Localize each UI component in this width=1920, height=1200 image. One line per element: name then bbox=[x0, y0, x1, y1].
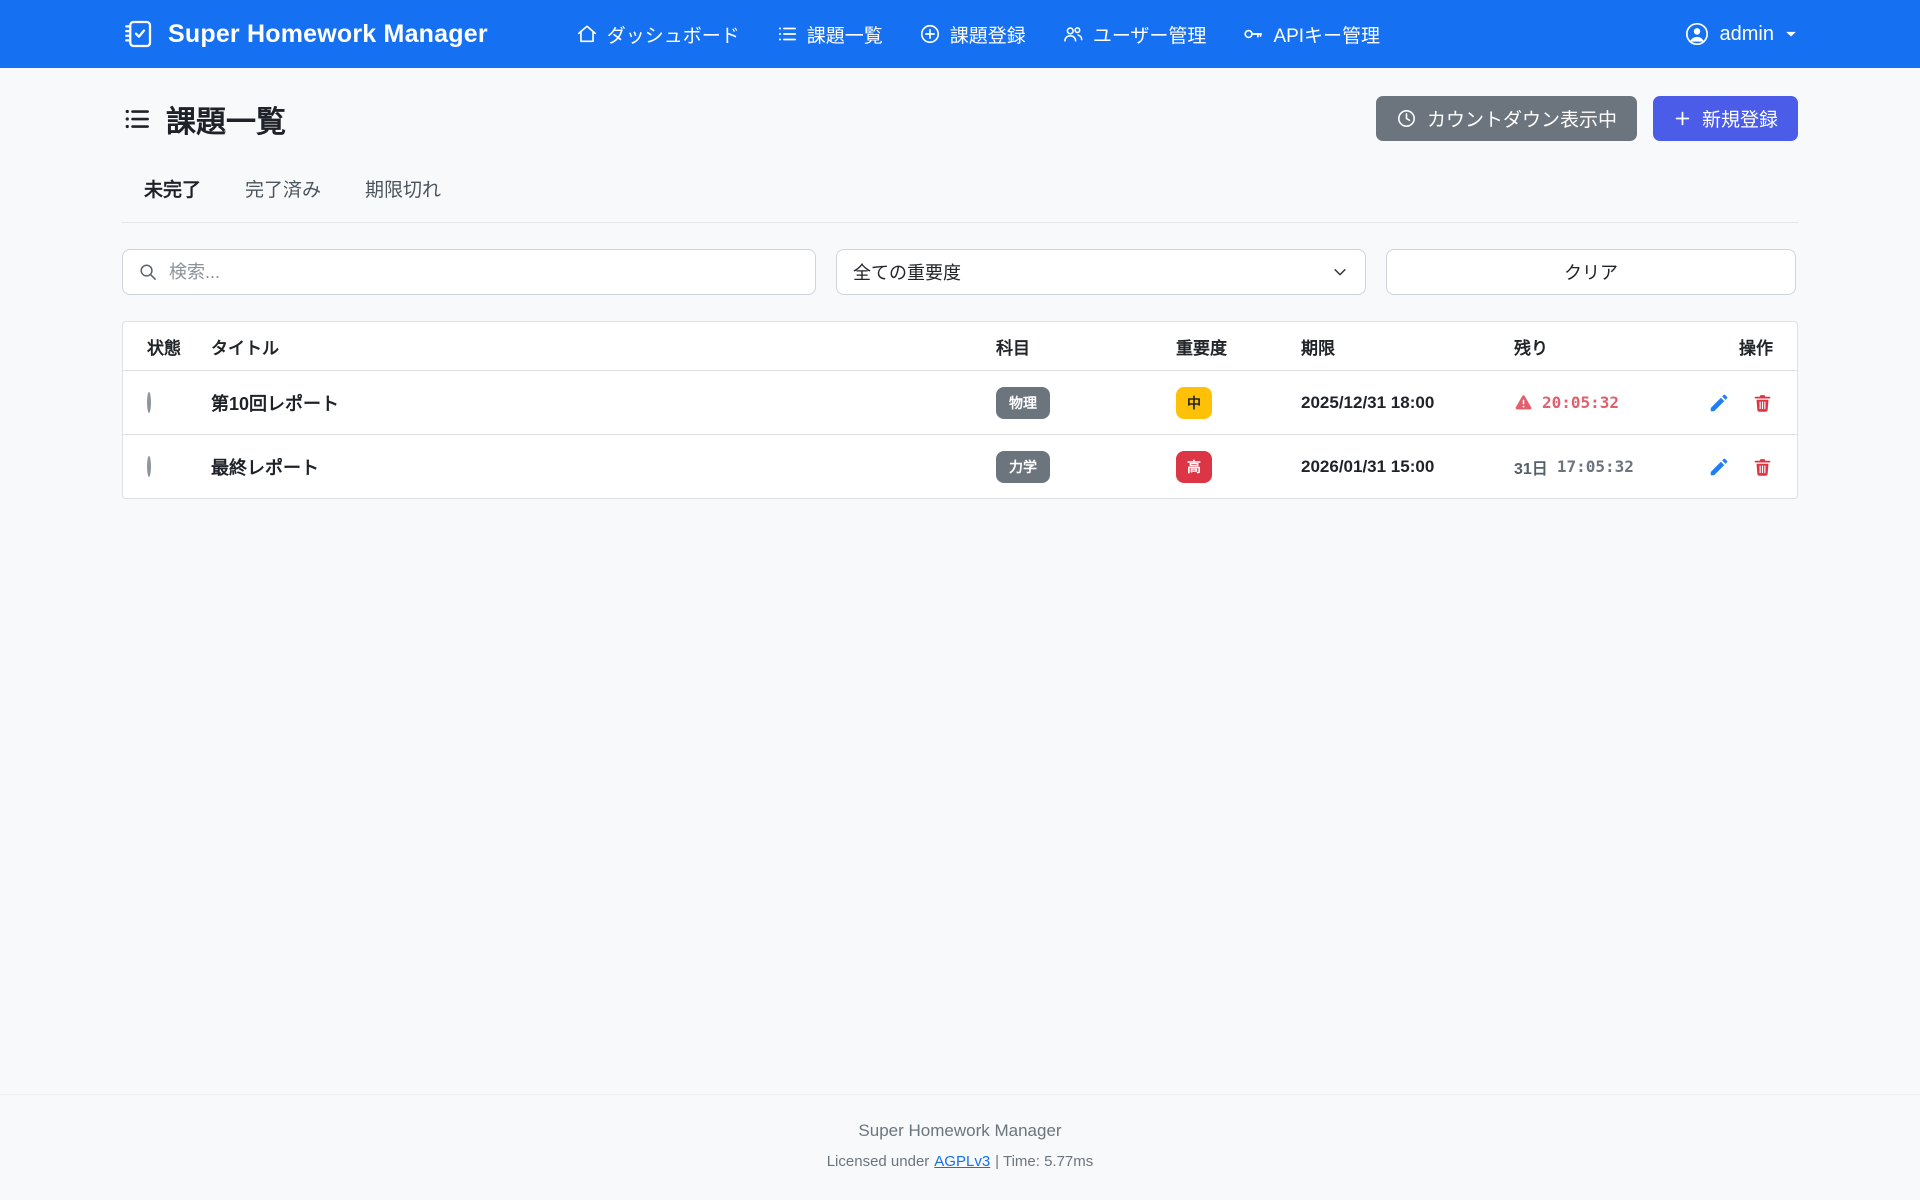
pencil-icon bbox=[1708, 392, 1730, 414]
journal-check-icon bbox=[122, 18, 154, 50]
nav-label: 課題一覧 bbox=[807, 21, 883, 48]
tab-incomplete[interactable]: 未完了 bbox=[144, 175, 201, 202]
remaining-countdown: 31日 17:05:32 bbox=[1514, 455, 1664, 479]
plus-icon bbox=[1673, 109, 1692, 128]
nav-task-list[interactable]: 課題一覧 bbox=[776, 21, 883, 48]
trash-icon bbox=[1752, 456, 1773, 478]
page-footer: Super Homework Manager Licensed under AG… bbox=[0, 1094, 1920, 1200]
page-header: 課題一覧 カウントダウン表示中 新規登録 bbox=[122, 96, 1798, 141]
plus-circle-icon bbox=[919, 23, 941, 45]
search-box bbox=[122, 249, 816, 295]
filter-row: 全ての重要度 クリア bbox=[122, 249, 1798, 295]
footer-license-line: Licensed under AGPLv3 | Time: 5.77ms bbox=[0, 1153, 1920, 1170]
users-icon bbox=[1062, 23, 1084, 45]
priority-badge: 高 bbox=[1176, 451, 1212, 483]
delete-button[interactable] bbox=[1752, 456, 1773, 478]
header-actions: カウントダウン表示中 新規登録 bbox=[1376, 96, 1798, 141]
main-nav: ダッシュボード 課題一覧 課題登録 bbox=[576, 21, 1380, 48]
header-deadline: 期限 bbox=[1301, 334, 1514, 359]
chevron-down-icon bbox=[1331, 263, 1349, 281]
subject-badge: 力学 bbox=[996, 451, 1050, 483]
new-task-label: 新規登録 bbox=[1702, 105, 1778, 132]
delete-button[interactable] bbox=[1752, 392, 1773, 414]
table-row: 第10回レポート 物理 中 2025/12/31 18:00 20:05:32 bbox=[123, 370, 1797, 434]
header-title: タイトル bbox=[211, 334, 996, 359]
remaining-countdown: 20:05:32 bbox=[1514, 393, 1664, 412]
table-header-row: 状態 タイトル 科目 重要度 期限 残り 操作 bbox=[123, 322, 1797, 370]
brand[interactable]: Super Homework Manager bbox=[122, 18, 488, 50]
header-actions: 操作 bbox=[1664, 334, 1773, 359]
caret-down-icon bbox=[1784, 27, 1798, 41]
search-input[interactable] bbox=[169, 262, 800, 283]
footer-app-name: Super Homework Manager bbox=[0, 1121, 1920, 1141]
tab-completed[interactable]: 完了済み bbox=[245, 175, 321, 202]
header-remaining: 残り bbox=[1514, 334, 1664, 359]
table-row: 最終レポート 力学 高 2026/01/31 15:00 31日 17:05:3… bbox=[123, 434, 1797, 498]
remaining-time: 20:05:32 bbox=[1542, 393, 1619, 412]
user-name: admin bbox=[1720, 23, 1774, 46]
task-table: 状態 タイトル 科目 重要度 期限 残り 操作 第10回レポート 物理 中 20… bbox=[122, 321, 1798, 499]
header-priority: 重要度 bbox=[1176, 334, 1301, 359]
pencil-icon bbox=[1708, 456, 1730, 478]
nav-dashboard[interactable]: ダッシュボード bbox=[576, 21, 740, 48]
nav-label: 課題登録 bbox=[950, 21, 1026, 48]
priority-select[interactable]: 全ての重要度 bbox=[836, 249, 1366, 295]
countdown-toggle-label: カウントダウン表示中 bbox=[1427, 105, 1617, 132]
remaining-time: 17:05:32 bbox=[1557, 457, 1634, 476]
license-prefix: Licensed under bbox=[827, 1153, 930, 1170]
clock-icon bbox=[1396, 108, 1417, 129]
nav-task-create[interactable]: 課題登録 bbox=[919, 21, 1026, 48]
warning-icon bbox=[1514, 393, 1533, 412]
remaining-days: 31日 bbox=[1514, 455, 1548, 479]
nav-api-keys[interactable]: APIキー管理 bbox=[1242, 21, 1380, 48]
tab-overdue[interactable]: 期限切れ bbox=[365, 175, 441, 202]
deadline-text: 2026/01/31 15:00 bbox=[1301, 457, 1514, 477]
status-toggle[interactable] bbox=[147, 456, 151, 477]
status-tabs: 未完了 完了済み 期限切れ bbox=[122, 175, 1798, 223]
clear-filters-button[interactable]: クリア bbox=[1386, 249, 1796, 295]
status-toggle[interactable] bbox=[147, 392, 151, 413]
priority-select-value: 全ての重要度 bbox=[853, 259, 961, 285]
edit-button[interactable] bbox=[1708, 456, 1730, 478]
home-icon bbox=[576, 23, 598, 45]
page-title-text: 課題一覧 bbox=[166, 97, 286, 141]
user-menu[interactable]: admin bbox=[1684, 21, 1798, 47]
nav-label: ユーザー管理 bbox=[1093, 21, 1207, 48]
countdown-toggle-button[interactable]: カウントダウン表示中 bbox=[1376, 96, 1637, 141]
license-link[interactable]: AGPLv3 bbox=[934, 1153, 990, 1170]
person-circle-icon bbox=[1684, 21, 1710, 47]
deadline-text: 2025/12/31 18:00 bbox=[1301, 393, 1514, 413]
new-task-button[interactable]: 新規登録 bbox=[1653, 96, 1798, 141]
nav-label: APIキー管理 bbox=[1273, 21, 1380, 48]
nav-label: ダッシュボード bbox=[607, 21, 740, 48]
page-title: 課題一覧 bbox=[122, 97, 286, 141]
main-content: 課題一覧 カウントダウン表示中 新規登録 未完了 bbox=[0, 68, 1920, 1094]
search-icon bbox=[138, 262, 158, 282]
top-navbar: Super Homework Manager ダッシュボード 課題一覧 bbox=[0, 0, 1920, 68]
header-subject: 科目 bbox=[996, 334, 1176, 359]
subject-badge: 物理 bbox=[996, 387, 1050, 419]
trash-icon bbox=[1752, 392, 1773, 414]
priority-badge: 中 bbox=[1176, 387, 1212, 419]
edit-button[interactable] bbox=[1708, 392, 1730, 414]
brand-title: Super Homework Manager bbox=[168, 20, 488, 49]
list-title-icon bbox=[122, 104, 152, 134]
header-status: 状態 bbox=[147, 334, 211, 359]
list-icon bbox=[776, 23, 798, 45]
task-title: 第10回レポート bbox=[211, 390, 996, 416]
footer-time: | Time: 5.77ms bbox=[995, 1153, 1093, 1170]
key-icon bbox=[1242, 23, 1264, 45]
task-title: 最終レポート bbox=[211, 454, 996, 480]
nav-user-management[interactable]: ユーザー管理 bbox=[1062, 21, 1207, 48]
